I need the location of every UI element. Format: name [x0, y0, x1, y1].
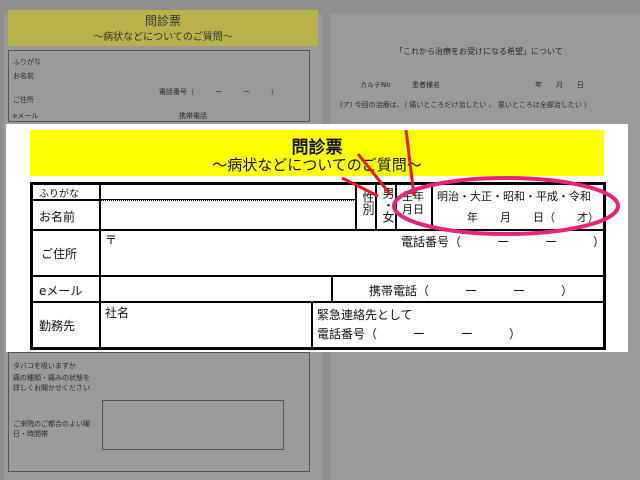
bg-furigana: ふりがな — [13, 58, 41, 66]
bg-phone: 電話番号（ ー ー ） — [159, 88, 278, 96]
bg-date: 年 月 日 — [535, 81, 584, 89]
bg-title: 問診票 — [144, 14, 181, 28]
bg-patient: 患者様名 — [412, 81, 440, 89]
highlight-circle — [392, 176, 620, 236]
bg-schedule-grid — [102, 400, 284, 450]
bg-title-box: 問診票 〜病状などについてのご質問〜 — [8, 10, 318, 46]
bg-visit-time: ご来院のご都合のよい曜日・時間帯 — [13, 420, 90, 438]
bg-address: ご住所 — [13, 96, 34, 104]
bg-symptoms: 痛の種類・痛みの状態を詳しくお聞かせください — [13, 374, 90, 392]
bg-email: eメール — [13, 112, 39, 120]
bg-subtitle: 〜病状などについてのご質問〜 — [93, 32, 233, 43]
bg-name: お名前 — [13, 72, 34, 80]
red-arrow-line-3 — [404, 129, 416, 197]
bg-right-title: 「これから治療をお受けになる希望」について — [395, 47, 563, 56]
bg-q1: (ア) 今回の治療は、（ 痛いところだけ治したい 、 悪いところは全部治したい … — [340, 101, 592, 109]
bg-form-table: ふりがな お名前 ご住所 電話番号（ ー ー ） eメール 携帯電話 — [8, 50, 310, 122]
bg-mobile: 携帯電話 — [179, 112, 207, 120]
bg-karte: カルテNo — [360, 81, 391, 89]
bg-tobacco: タバコを吸いますか — [13, 362, 76, 370]
red-arrow-line-1 — [341, 176, 379, 198]
annotation-overlay — [341, 129, 620, 236]
zoomed-form-panel: 問診票 〜病状などについてのご質問〜 ふりがな お名前 性別 男・女 生年月日 … — [6, 124, 628, 352]
